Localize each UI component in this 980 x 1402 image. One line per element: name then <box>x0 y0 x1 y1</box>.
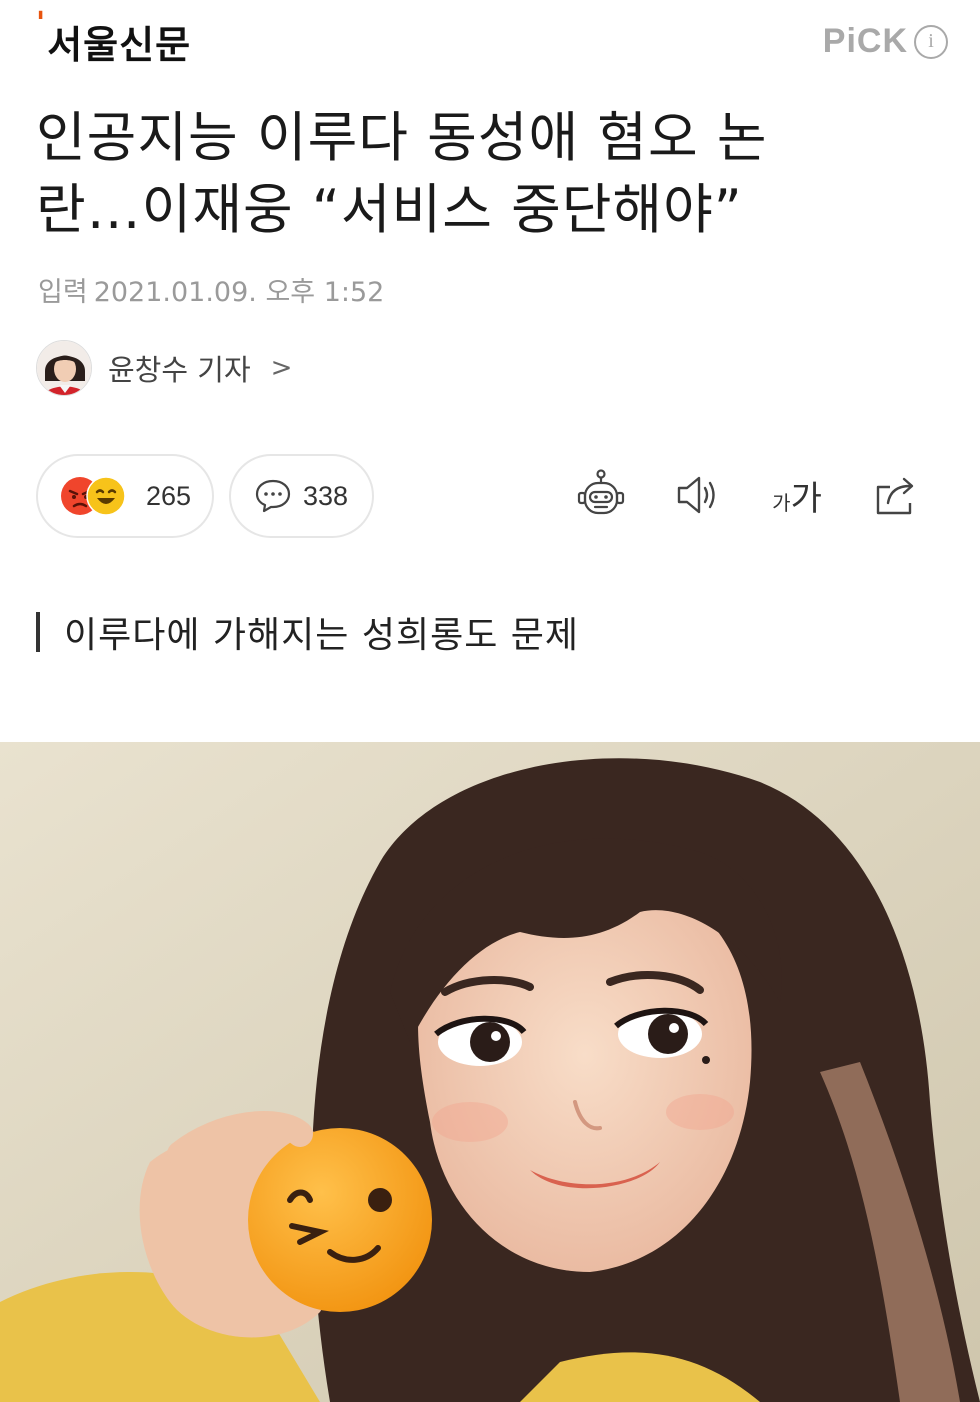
listen-button[interactable] <box>650 462 748 528</box>
headline-line-1: 인공지능 이루다 동성애 혐오 논 <box>36 106 768 169</box>
share-button[interactable] <box>846 462 944 528</box>
share-icon <box>876 477 914 515</box>
font-size-button[interactable]: 가가 <box>748 462 846 528</box>
illustration-image <box>0 742 980 1402</box>
reaction-emoji-stack <box>60 474 136 518</box>
pick-label: PiCK <box>822 22 908 60</box>
article-headline: 인공지능 이루다 동성애 혐오 논 란…이재웅 “서비스 중단해야” <box>36 102 936 246</box>
reaction-button[interactable]: 265 <box>36 454 214 538</box>
speaker-icon <box>677 476 715 514</box>
comment-button[interactable]: 338 <box>229 454 374 538</box>
article-subheading: 이루다에 가해지는 성희롱도 문제 <box>36 606 579 658</box>
pick-badge[interactable]: PiCK i <box>823 22 948 61</box>
logo-mark: ' <box>36 6 46 41</box>
chevron-right-icon: > <box>270 353 293 383</box>
published-date: 입력 2021.01.09. 오후 1:52 <box>38 270 384 309</box>
laughing-face-icon <box>86 476 126 516</box>
headline-line-2: 란…이재웅 “서비스 중단해야” <box>36 178 743 241</box>
comment-count: 338 <box>303 480 349 511</box>
robot-summary-icon <box>577 469 625 515</box>
info-icon[interactable]: i <box>914 24 948 59</box>
newspaper-logo[interactable]: ' 서울신문 <box>36 6 192 69</box>
reporter-avatar <box>36 340 92 396</box>
reaction-count: 265 <box>146 480 192 511</box>
summary-bot-button[interactable] <box>552 462 650 528</box>
font-size-icon: 가가 <box>772 478 822 519</box>
speech-bubble-icon <box>255 479 291 513</box>
site-header: ' 서울신문 PiCK i <box>0 0 980 90</box>
reporter-name: 윤창수 기자 <box>108 353 251 387</box>
date-value: 2021.01.09. 오후 1:52 <box>93 277 385 308</box>
date-label: 입력 <box>38 277 88 308</box>
reporter-link[interactable]: 윤창수 기자 > <box>36 340 292 396</box>
article-illustration[interactable] <box>0 742 980 1402</box>
subheading-bar <box>36 612 40 652</box>
article-toolbar: 가가 <box>552 462 944 528</box>
subheading-text: 이루다에 가해지는 성희롱도 문제 <box>64 615 580 656</box>
logo-text: 서울신문 <box>47 23 192 67</box>
